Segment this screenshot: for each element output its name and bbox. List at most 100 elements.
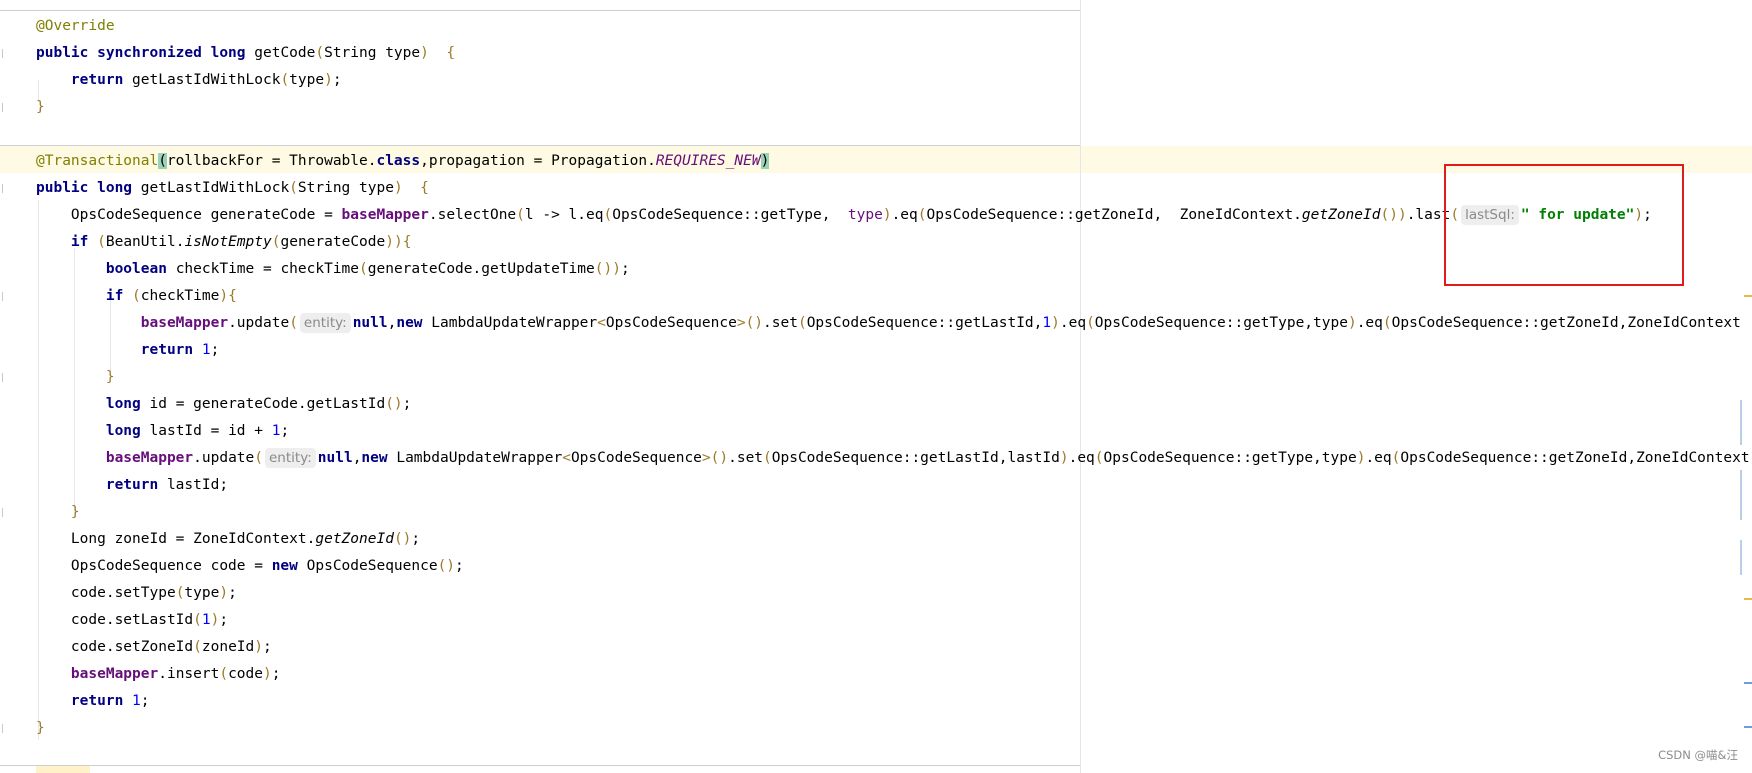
fold-marker-icon[interactable] xyxy=(2,103,8,112)
code-line[interactable]: return 1; xyxy=(0,688,1752,715)
code-token: ; xyxy=(332,72,342,88)
code-line[interactable]: return lastId; xyxy=(0,472,1752,499)
code-token: getCode xyxy=(254,45,316,61)
code-token: return xyxy=(70,72,133,88)
code-token: ) xyxy=(760,153,770,169)
code-token: ) xyxy=(324,72,333,88)
code-token: Long zoneId = ZoneIdContext. xyxy=(36,531,316,547)
scrollbar-thumb[interactable] xyxy=(1740,400,1742,445)
code-token: OpsCodeSequence code = xyxy=(36,558,272,574)
fold-marker-icon[interactable] xyxy=(2,373,8,382)
annotation-highlight-box xyxy=(1444,164,1684,286)
code-line[interactable]: long id = generateCode.getLastId(); xyxy=(0,391,1752,418)
code-token: code.setZoneId xyxy=(36,639,194,655)
code-token: ; xyxy=(455,558,464,574)
code-line[interactable]: OpsCodeSequence code = new OpsCodeSequen… xyxy=(0,553,1752,580)
code-token: baseMapper xyxy=(140,315,229,331)
fold-marker-icon[interactable] xyxy=(2,184,8,193)
code-token: } xyxy=(70,504,80,520)
code-token: new xyxy=(361,450,397,466)
code-line[interactable]: code.setLastId(1); xyxy=(0,607,1752,634)
code-token: class xyxy=(376,153,421,169)
code-line[interactable]: Long zoneId = ZoneIdContext.getZoneId(); xyxy=(0,526,1752,553)
scrollbar-marker xyxy=(1744,726,1752,728)
code-token: { xyxy=(228,288,237,304)
code-line[interactable]: code.setZoneId(zoneId); xyxy=(0,634,1752,661)
code-token: ) xyxy=(219,288,229,304)
code-token: .eq xyxy=(1068,450,1095,466)
code-token: ; xyxy=(280,423,290,439)
code-token: String type xyxy=(297,180,394,196)
code-token: checkTime xyxy=(140,288,220,304)
code-token: baseMapper xyxy=(70,666,159,682)
code-line[interactable]: @Override xyxy=(0,13,1752,40)
code-token: ( xyxy=(254,450,263,466)
parameter-hint: entity: xyxy=(265,448,316,468)
code-token: ) xyxy=(1397,207,1407,223)
code-token: ) xyxy=(393,234,403,250)
code-token: id = generateCode.getLastId xyxy=(149,396,386,412)
method-separator xyxy=(0,10,1080,11)
code-token: OpsCodeSequence::getZoneId,ZoneIdContext xyxy=(1391,315,1741,331)
code-token: type xyxy=(847,207,883,223)
code-line[interactable]: if (checkTime){ xyxy=(0,283,1752,310)
code-token: ( xyxy=(359,261,368,277)
code-line[interactable]: return 1; xyxy=(0,337,1752,364)
code-token: new xyxy=(396,315,432,331)
bottom-tab xyxy=(36,766,90,773)
code-token: OpsCodeSequence::getLastId,lastId xyxy=(771,450,1060,466)
parameter-hint: entity: xyxy=(299,313,351,333)
code-token: ( xyxy=(763,450,772,466)
fold-marker-icon[interactable] xyxy=(2,292,8,301)
code-token: ; xyxy=(263,639,272,655)
scrollbar-thumb[interactable] xyxy=(1740,540,1742,575)
code-line[interactable] xyxy=(0,121,1752,148)
code-token: baseMapper xyxy=(105,450,194,466)
code-line[interactable]: code.setType(type); xyxy=(0,580,1752,607)
code-token: type xyxy=(289,72,325,88)
code-line[interactable]: } xyxy=(0,364,1752,391)
code-line[interactable]: long lastId = id + 1; xyxy=(0,418,1752,445)
code-token: () xyxy=(594,261,613,277)
code-token: long xyxy=(105,396,150,412)
code-token: 1 xyxy=(201,612,211,628)
code-token: if xyxy=(105,288,133,304)
code-line[interactable]: } xyxy=(0,94,1752,121)
code-token: lastId = id + xyxy=(149,423,272,439)
code-token: code xyxy=(228,666,263,682)
code-token: .selectOne xyxy=(428,207,517,223)
code-token: < xyxy=(562,450,571,466)
code-token: ) xyxy=(385,234,394,250)
code-token: l -> l.eq xyxy=(524,207,604,223)
code-line[interactable]: baseMapper.update(entity: null,new Lambda… xyxy=(0,445,1752,472)
code-line[interactable]: baseMapper.insert(code); xyxy=(0,661,1752,688)
code-token: ) xyxy=(263,666,272,682)
code-token: return xyxy=(140,342,202,358)
code-token: > xyxy=(736,315,746,331)
code-token: .set xyxy=(728,450,764,466)
code-token: ; xyxy=(411,531,421,547)
code-token: .set xyxy=(763,315,798,331)
code-line[interactable]: } xyxy=(0,715,1752,742)
scrollbar-thumb[interactable] xyxy=(1740,470,1742,520)
code-token: getLastIdWithLock xyxy=(140,180,290,196)
fold-marker-icon[interactable] xyxy=(2,49,8,58)
code-token: long xyxy=(105,423,150,439)
fold-marker-icon[interactable] xyxy=(2,724,8,733)
code-line[interactable]: baseMapper.update(entity: null,new Lambda… xyxy=(0,310,1752,337)
code-token: if xyxy=(70,234,98,250)
code-line[interactable]: } xyxy=(0,499,1752,526)
fold-marker-icon[interactable] xyxy=(2,508,8,517)
code-line[interactable]: return getLastIdWithLock(type); xyxy=(0,67,1752,94)
code-token: ; xyxy=(140,693,150,709)
code-line[interactable]: public synchronized long getCode(String … xyxy=(0,40,1752,67)
code-token: ) xyxy=(393,180,403,196)
